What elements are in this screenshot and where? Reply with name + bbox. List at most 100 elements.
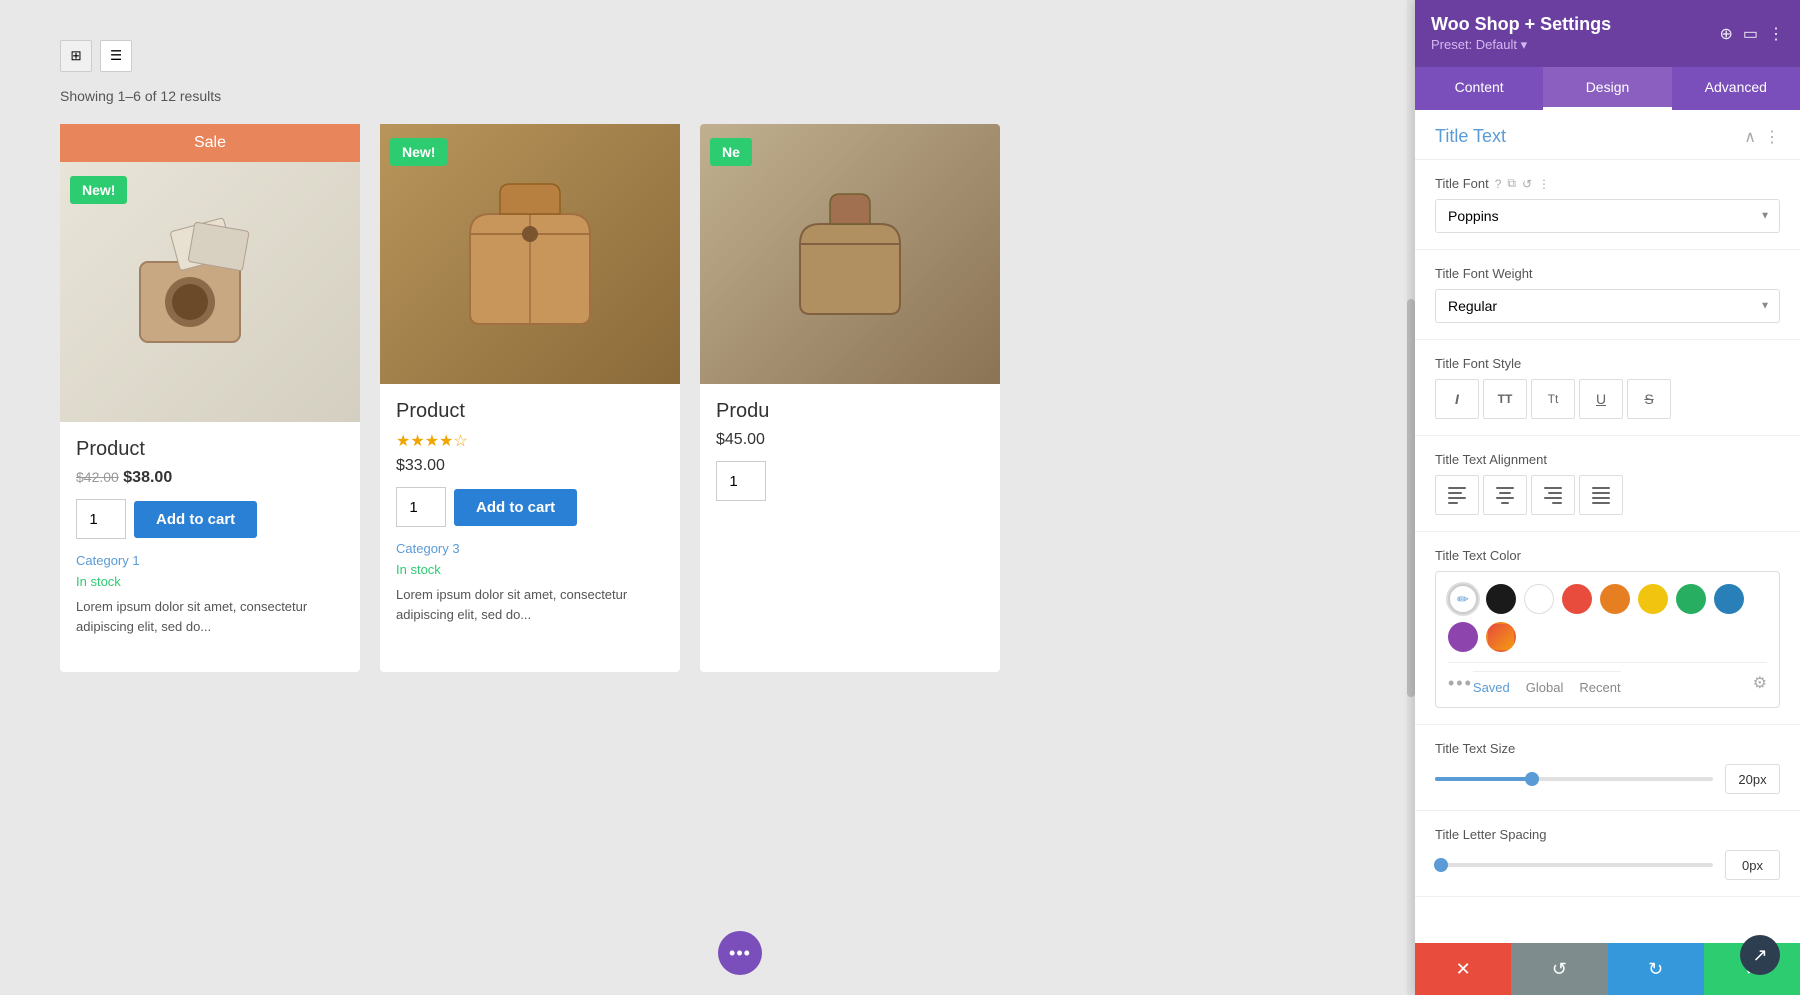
title-text-alignment-label: Title Text Alignment xyxy=(1435,452,1780,467)
category-link[interactable]: Category 3 xyxy=(396,541,664,556)
strikethrough-button[interactable]: S xyxy=(1627,379,1671,419)
panel-header-icons: ⊕ ▭ ⋮ xyxy=(1719,24,1784,44)
product-description: Lorem ipsum dolor sit amet, consectetur … xyxy=(76,597,344,636)
grid-view-button[interactable]: ⊞ xyxy=(60,40,92,72)
new-badge: New! xyxy=(70,176,127,204)
product-info: Product ★★★★☆ $33.00 Add to cart Categor… xyxy=(380,384,680,640)
cancel-button[interactable]: ✕ xyxy=(1415,943,1511,995)
list-view-button[interactable]: ☰ xyxy=(100,40,132,72)
preset-label: Preset: Default xyxy=(1431,37,1517,52)
uppercase-button[interactable]: TT xyxy=(1483,379,1527,419)
font-weight-select-wrapper: Regular xyxy=(1435,289,1780,323)
price-regular: $45.00 xyxy=(716,431,765,448)
add-to-cart-row: Add to cart xyxy=(76,499,344,539)
more-icon[interactable]: ⋮ xyxy=(1768,24,1784,44)
panel-header: Woo Shop + Settings Preset: Default ▾ ⊕ … xyxy=(1415,0,1800,67)
add-to-cart-row: Add to cart xyxy=(396,487,664,527)
font-copy-icon[interactable]: ⧉ xyxy=(1507,176,1516,191)
spacing-slider-track[interactable] xyxy=(1435,863,1713,867)
product-card: Ne Produ $45.00 xyxy=(700,124,1000,672)
grid-icon: ⊞ xyxy=(70,48,81,64)
main-content: ⊞ ☰ Showing 1–6 of 12 results Sale New! xyxy=(0,0,1010,712)
color-tab-global[interactable]: Global xyxy=(1526,680,1564,695)
cancel-icon: ✕ xyxy=(1456,959,1471,980)
title-letter-spacing-label: Title Letter Spacing xyxy=(1435,827,1780,842)
color-swatch-red[interactable] xyxy=(1562,584,1592,614)
price-regular: $33.00 xyxy=(396,457,445,474)
font-more-icon[interactable]: ⋮ xyxy=(1538,177,1550,191)
results-text: Showing 1–6 of 12 results xyxy=(60,88,950,104)
color-swatch-green[interactable] xyxy=(1676,584,1706,614)
section-actions: ∧ ⋮ xyxy=(1744,127,1780,147)
section-more-icon[interactable]: ⋮ xyxy=(1764,127,1780,147)
product-info: Product $42.00 $38.00 Add to cart Catego… xyxy=(60,422,360,652)
font-reset-icon[interactable]: ↺ xyxy=(1522,177,1532,191)
color-more-dots[interactable]: ••• xyxy=(1448,673,1473,694)
quantity-input[interactable] xyxy=(716,461,766,501)
align-right-button[interactable] xyxy=(1531,475,1575,515)
color-swatch-purple[interactable] xyxy=(1448,622,1478,652)
add-to-cart-button[interactable]: Add to cart xyxy=(134,501,257,538)
product-description: Lorem ipsum dolor sit amet, consectetur … xyxy=(396,585,664,624)
undo-icon: ↺ xyxy=(1552,959,1567,980)
quantity-input[interactable] xyxy=(396,487,446,527)
color-swatch-blue[interactable] xyxy=(1714,584,1744,614)
title-letter-spacing-group: Title Letter Spacing 0px xyxy=(1415,811,1800,897)
price-original: $42.00 xyxy=(76,469,119,485)
spacing-slider-row: 0px xyxy=(1435,850,1780,880)
collapse-icon[interactable]: ∧ xyxy=(1744,127,1756,147)
list-icon: ☰ xyxy=(110,48,122,64)
settings-icon[interactable]: ⊕ xyxy=(1719,24,1732,44)
settings-panel: Woo Shop + Settings Preset: Default ▾ ⊕ … xyxy=(1415,0,1800,995)
scrollbar[interactable] xyxy=(1407,0,1415,995)
color-swatch-orange[interactable] xyxy=(1600,584,1630,614)
italic-button[interactable]: I xyxy=(1435,379,1479,419)
underline-button[interactable]: U xyxy=(1579,379,1623,419)
color-swatch-black[interactable] xyxy=(1486,584,1516,614)
eyedropper-button[interactable]: ✏ xyxy=(1448,584,1478,614)
color-swatch-gradient[interactable] xyxy=(1486,622,1516,652)
title-font-label: Title Font ? ⧉ ↺ ⋮ xyxy=(1435,176,1780,191)
add-to-cart-button[interactable]: Add to cart xyxy=(454,489,577,526)
size-slider-thumb[interactable] xyxy=(1525,772,1539,786)
size-slider-row: 20px xyxy=(1435,764,1780,794)
font-select[interactable]: Poppins xyxy=(1435,199,1780,233)
quantity-input[interactable] xyxy=(76,499,126,539)
title-text-alignment-group: Title Text Alignment xyxy=(1415,436,1800,532)
font-help-icon[interactable]: ? xyxy=(1495,177,1502,191)
font-select-wrapper: Poppins xyxy=(1435,199,1780,233)
tab-advanced[interactable]: Advanced xyxy=(1672,67,1800,110)
product-image-wrap: New! xyxy=(60,162,360,422)
product-info: Produ $45.00 xyxy=(700,384,1000,531)
color-tab-recent[interactable]: Recent xyxy=(1579,680,1620,695)
category-link[interactable]: Category 1 xyxy=(76,553,344,568)
title-text-size-group: Title Text Size 20px xyxy=(1415,725,1800,811)
floating-dots-button[interactable]: ••• xyxy=(718,931,762,975)
redo-button[interactable]: ↻ xyxy=(1608,943,1704,995)
color-picker-area: ✏ ••• Sav xyxy=(1435,571,1780,708)
product-card: Sale New! Produ xyxy=(60,124,360,672)
color-tab-saved[interactable]: Saved xyxy=(1473,680,1510,695)
spacing-slider-thumb[interactable] xyxy=(1434,858,1448,872)
align-left-button[interactable] xyxy=(1435,475,1479,515)
undo-button[interactable]: ↺ xyxy=(1511,943,1607,995)
expand-icon[interactable]: ▭ xyxy=(1743,24,1758,44)
align-justify-button[interactable] xyxy=(1579,475,1623,515)
color-swatch-white[interactable] xyxy=(1524,584,1554,614)
align-center-button[interactable] xyxy=(1483,475,1527,515)
price-wrap: $42.00 $38.00 xyxy=(76,469,344,487)
spacing-slider-value[interactable]: 0px xyxy=(1725,850,1780,880)
floating-help-button[interactable]: ↗ xyxy=(1740,935,1780,975)
tab-design[interactable]: Design xyxy=(1543,67,1671,110)
font-weight-select[interactable]: Regular xyxy=(1435,289,1780,323)
color-settings-icon[interactable]: ⚙ xyxy=(1753,673,1767,693)
stars: ★★★★☆ xyxy=(396,431,664,451)
capitalize-button[interactable]: Tt xyxy=(1531,379,1575,419)
color-swatch-yellow[interactable] xyxy=(1638,584,1668,614)
redo-icon: ↻ xyxy=(1648,959,1663,980)
size-slider-value[interactable]: 20px xyxy=(1725,764,1780,794)
preset-chevron[interactable]: ▾ xyxy=(1521,37,1528,52)
tab-content[interactable]: Content xyxy=(1415,67,1543,110)
scroll-thumb[interactable] xyxy=(1407,299,1415,697)
size-slider-track[interactable] xyxy=(1435,777,1713,781)
